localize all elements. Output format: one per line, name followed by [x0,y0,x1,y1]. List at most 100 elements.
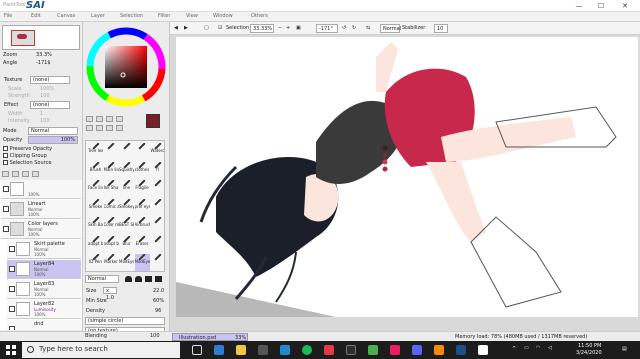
menu-view[interactable]: View [186,13,198,19]
zoom-field[interactable]: 33.33% [250,24,274,33]
layer-mode-select[interactable]: Normal [28,127,78,135]
brush-preset[interactable]: BEST Sh [119,217,134,234]
brush-preset[interactable]: Comic a [104,198,119,216]
brush-tip-icon[interactable] [155,276,162,282]
wifi-icon[interactable]: ◠ [536,345,540,351]
menu-canvas[interactable]: Canvas [57,13,75,19]
visibility-eye-icon[interactable] [9,306,15,312]
brush-preset[interactable] [104,143,119,160]
document-tab[interactable]: Illustration.psd 33% [172,333,248,341]
zoom-plus-icon[interactable]: + [286,24,290,33]
clock-date[interactable]: 3/24/2020 [576,350,602,356]
close-button[interactable]: ✕ [614,0,636,12]
sai-taskbar-icon[interactable] [456,345,466,355]
spotify-icon[interactable] [302,345,312,355]
clock-time[interactable]: 11:50 PM [578,343,601,349]
brush-preset[interactable]: Skin Bas [88,217,103,234]
zoom-reset-icon[interactable]: ▣ [296,24,301,33]
brush-preset[interactable]: Smokey [119,198,134,216]
file-explorer-icon[interactable] [236,345,246,355]
illustration-canvas[interactable] [176,37,638,317]
brush-tip-icon[interactable] [125,276,132,282]
brush-preset[interactable]: Ink Sha [104,180,119,197]
visibility-eye-icon[interactable] [9,246,15,252]
menu-selection[interactable]: Selection [120,13,143,19]
minimize-button[interactable]: — [568,0,590,12]
visibility-eye-icon[interactable] [9,326,15,330]
menu-window[interactable]: Window [213,13,233,19]
brush-preset[interactable]: adopt br [104,235,119,253]
brush-preset[interactable] [150,235,165,253]
app-icon[interactable] [324,345,334,355]
delete-layer-icon[interactable] [32,171,39,177]
brush-preset[interactable]: Eraser [135,235,150,253]
brush-preset[interactable]: Face lin [88,180,103,197]
app-icon[interactable] [478,345,488,355]
app-icon[interactable] [390,345,400,355]
brush-preset[interactable]: ID Pen [88,254,103,271]
brush-preset[interactable] [150,217,165,234]
rotate-tool-icon[interactable] [96,125,103,131]
brush-preset[interactable]: Fragile [135,180,150,197]
chevron-up-icon[interactable]: ^ [512,346,516,352]
selection-source-option[interactable]: Selection Source [3,160,51,166]
brush-preset[interactable]: Airbrush [135,217,150,234]
brush-preset[interactable] [150,180,165,197]
magic-wand-icon[interactable] [106,116,113,122]
store-icon[interactable] [258,345,268,355]
layer-row[interactable]: Lineart Normal 100% [1,200,81,219]
stabilizer-select[interactable]: 10 [434,24,448,33]
visibility-eye-icon[interactable] [9,286,15,292]
layer-row[interactable]: Color layers Normal 100% [1,220,81,239]
layer-row[interactable]: Skirt palette Normal 100% [7,240,81,259]
brush-preset[interactable] [135,143,150,160]
select-tool-icon[interactable] [86,116,93,122]
clipping-group-option[interactable]: Clipping Group [3,153,47,159]
brush-preset[interactable]: ModEye [119,254,134,271]
brush-preset[interactable]: line [119,180,134,197]
maximize-button[interactable]: ☐ [590,0,612,12]
blend-mode-select[interactable]: Normal [380,24,401,33]
zoom-tool-icon[interactable] [86,125,93,131]
menu-layer[interactable]: Layer [91,13,105,19]
rotate-left-icon[interactable]: ↺ [342,24,346,33]
brush-tip-icon[interactable] [145,276,152,282]
mail-icon[interactable] [280,345,290,355]
layer-row[interactable]: Layer82 Luminosity 100% [7,300,81,319]
brush-preset[interactable]: Color mi [104,217,119,234]
rotate-right-icon[interactable]: ↻ [352,24,356,33]
brush-preset[interactable]: Marker [104,254,119,271]
brush-blend-select[interactable]: Normal [85,275,119,283]
app-icon[interactable] [368,345,378,355]
menu-filter[interactable]: Filter [158,13,170,19]
brush-preset[interactable]: Smoke [88,198,103,216]
taskbar-search[interactable]: Type here to search [22,342,180,358]
color-wheel[interactable] [85,26,167,108]
visibility-eye-icon[interactable] [9,266,15,272]
move-tool-icon[interactable] [116,116,123,122]
menu-edit[interactable]: Edit [31,13,41,19]
layer-row-selected[interactable]: Layer84 Normal 100% [7,260,81,279]
brush-preset[interactable] [150,198,165,216]
visibility-eye-icon[interactable] [3,186,9,192]
visibility-eye-icon[interactable] [3,206,9,212]
zoom-minus-icon[interactable]: − [278,24,282,33]
layer-row[interactable]: Layer83 Normal 100% [7,280,81,299]
battery-icon[interactable]: ▭ [524,345,529,351]
navigator-preview[interactable] [2,25,80,50]
brush-preset[interactable]: ModEye [134,254,150,271]
layer-row[interactable]: dnd [7,320,81,330]
discord-icon[interactable] [412,345,422,355]
windows-start-icon[interactable] [6,345,16,355]
brush-preset[interactable]: adopt br [88,235,103,253]
app-icon[interactable] [434,345,444,355]
undo-icon[interactable]: ◀ [174,24,178,33]
edge-icon[interactable] [214,345,224,355]
effect-select[interactable]: (none) [30,101,70,109]
deselect-icon[interactable]: ▢ [204,24,209,33]
brush-preset[interactable]: Blur [119,235,134,253]
brush-preset[interactable]: prof eye [135,198,150,216]
menu-others[interactable]: Others [251,13,268,19]
brush-tip-icon[interactable] [135,276,142,282]
menu-file[interactable]: File [4,13,12,19]
